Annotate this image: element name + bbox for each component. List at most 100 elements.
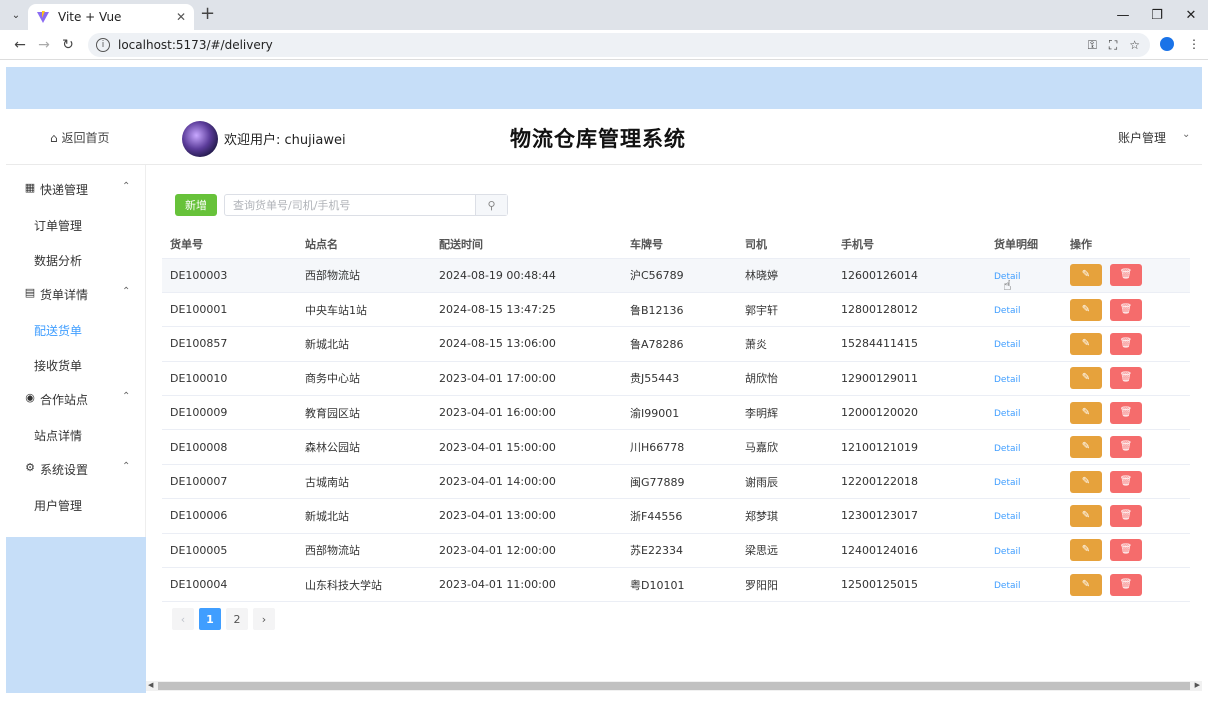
sidebar-item-delivery[interactable]: 配送货单 [6, 311, 145, 346]
search-input[interactable] [225, 195, 475, 215]
reload-icon[interactable]: ↻ [56, 37, 80, 53]
detail-link[interactable]: Detail [994, 581, 1021, 591]
cell-phone: 12200122018 [833, 464, 986, 500]
search-icon[interactable]: ⚲ [475, 195, 507, 215]
edit-icon[interactable]: ✎ [1070, 298, 1102, 321]
sidebar-group-label: 合作站点 [40, 393, 89, 407]
profile-icon[interactable] [1160, 37, 1174, 51]
grid-icon: ▦ [24, 181, 36, 194]
detail-link[interactable]: Detail [994, 478, 1021, 488]
sidebar-item-receive[interactable]: 接收货单 [6, 346, 145, 381]
trash-icon[interactable]: 🗑 [1110, 470, 1142, 493]
trash-icon[interactable]: 🗑 [1110, 332, 1142, 355]
cell-id: DE100005 [162, 533, 297, 569]
prev-page-icon[interactable]: ‹ [172, 608, 194, 630]
cell-time: 2023-04-01 16:00:00 [431, 395, 622, 431]
next-page-icon[interactable]: › [253, 608, 275, 630]
cell-id: DE100857 [162, 326, 297, 362]
sidebar-item-label: 接收货单 [34, 359, 83, 373]
cell-actions: ✎ 🗑 [1062, 292, 1190, 328]
cell-driver: 谢雨辰 [737, 464, 833, 500]
home-link[interactable]: ⌂ 返回首页 [50, 129, 109, 146]
location-pin-icon: ◉ [25, 391, 35, 404]
scrollbar-thumb[interactable] [158, 682, 1190, 690]
edit-icon[interactable]: ✎ [1070, 264, 1102, 287]
sidebar-item-analytics[interactable]: 数据分析 [6, 241, 145, 276]
edit-icon[interactable]: ✎ [1070, 367, 1102, 390]
page-button[interactable]: 2 [226, 608, 248, 630]
maximize-icon[interactable]: ❐ [1140, 8, 1174, 23]
detail-link[interactable]: Detail [994, 340, 1021, 350]
tab-search-icon[interactable]: ⌄ [6, 5, 26, 25]
chevron-up-icon: ⌃ [122, 461, 131, 472]
trash-icon[interactable]: 🗑 [1110, 504, 1142, 527]
add-button[interactable]: 新增 [175, 194, 217, 216]
trash-icon[interactable]: 🗑 [1110, 539, 1142, 562]
edit-icon[interactable]: ✎ [1070, 470, 1102, 493]
trash-icon[interactable]: 🗑 [1110, 367, 1142, 390]
edit-icon[interactable]: ✎ [1070, 436, 1102, 459]
cell-detail: Detail [986, 258, 1062, 293]
trash-icon[interactable]: 🗑 [1110, 573, 1142, 596]
cell-phone: 12400124016 [833, 533, 986, 569]
edit-icon[interactable]: ✎ [1070, 401, 1102, 424]
forward-icon[interactable]: → [32, 37, 56, 53]
detail-link[interactable]: Detail [994, 444, 1021, 454]
edit-icon[interactable]: ✎ [1070, 573, 1102, 596]
chevron-down-icon[interactable]: ⌄ [1182, 129, 1190, 140]
sidebar-item-station-detail[interactable]: 站点详情 [6, 416, 145, 451]
sidebar-item-orders[interactable]: 订单管理 [6, 206, 145, 241]
cell-station: 教育园区站 [297, 395, 431, 431]
omnibox[interactable]: i localhost:5173/#/delivery ⚿ ⛶ ☆ [88, 33, 1150, 57]
vite-logo-icon [37, 11, 49, 23]
url-text[interactable]: localhost:5173/#/delivery [118, 38, 1088, 52]
sidebar-item-users[interactable]: 用户管理 [6, 486, 145, 521]
address-bar: ← → ↻ i localhost:5173/#/delivery ⚿ ⛶ ☆ … [0, 30, 1208, 60]
edit-icon[interactable]: ✎ [1070, 539, 1102, 562]
trash-icon[interactable]: 🗑 [1110, 401, 1142, 424]
bookmark-star-icon[interactable]: ☆ [1129, 38, 1140, 53]
account-menu[interactable]: 账户管理 [1118, 129, 1166, 146]
detail-link[interactable]: Detail [994, 512, 1021, 522]
browser-tab[interactable]: Vite + Vue ✕ [28, 4, 194, 30]
cell-driver: 胡欣怡 [737, 361, 833, 397]
close-window-icon[interactable]: ✕ [1174, 8, 1208, 23]
sidebar-group-waybill[interactable]: ▤ 货单详情 ⌃ [6, 276, 145, 311]
cell-actions: ✎ 🗑 [1062, 567, 1190, 603]
back-icon[interactable]: ← [8, 37, 32, 53]
column-header: 货单号 [162, 231, 297, 259]
cell-id: DE100008 [162, 429, 297, 465]
translate-icon[interactable]: ⛶ [1109, 38, 1117, 53]
trash-icon[interactable]: 🗑 [1110, 436, 1142, 459]
page-button[interactable]: 1 [199, 608, 221, 630]
new-tab-icon[interactable]: + [200, 5, 215, 23]
edit-icon[interactable]: ✎ [1070, 332, 1102, 355]
detail-link[interactable]: Detail [994, 409, 1021, 419]
horizontal-scrollbar[interactable]: ◀ ▶ [146, 681, 1202, 691]
detail-link[interactable]: Detail [994, 306, 1021, 316]
cell-driver: 郑梦琪 [737, 498, 833, 534]
mouse-pointer-icon: ☝ [1003, 278, 1012, 294]
trash-icon[interactable]: 🗑 [1110, 298, 1142, 321]
browser-menu-icon[interactable]: ⋮ [1188, 37, 1200, 51]
column-header: 货单明细 [986, 231, 1062, 259]
chevron-up-icon: ⌃ [122, 181, 131, 192]
site-info-icon[interactable]: i [96, 38, 110, 52]
trash-icon[interactable]: 🗑 [1110, 264, 1142, 287]
cell-actions: ✎ 🗑 [1062, 395, 1190, 431]
password-key-icon[interactable]: ⚿ [1088, 38, 1097, 53]
sidebar-group-express[interactable]: ▦ 快递管理 ⌃ [6, 171, 145, 206]
browser-tabbar: ⌄ Vite + Vue ✕ + — ❐ ✕ [0, 0, 1208, 30]
sidebar-group-stations[interactable]: ◉ 合作站点 ⌃ [6, 381, 145, 416]
edit-icon[interactable]: ✎ [1070, 504, 1102, 527]
pagination: ‹ 1 2 › [172, 608, 275, 630]
minimize-icon[interactable]: — [1106, 8, 1140, 23]
sidebar-group-settings[interactable]: ⚙ 系统设置 ⌃ [6, 451, 145, 486]
scroll-left-icon[interactable]: ◀ [148, 681, 153, 689]
detail-link[interactable]: Detail [994, 547, 1021, 557]
tab-close-icon[interactable]: ✕ [176, 10, 186, 24]
cell-phone: 12500125015 [833, 567, 986, 603]
scroll-right-icon[interactable]: ▶ [1195, 681, 1200, 689]
detail-link[interactable]: Detail [994, 375, 1021, 385]
cell-time: 2023-04-01 15:00:00 [431, 429, 622, 465]
